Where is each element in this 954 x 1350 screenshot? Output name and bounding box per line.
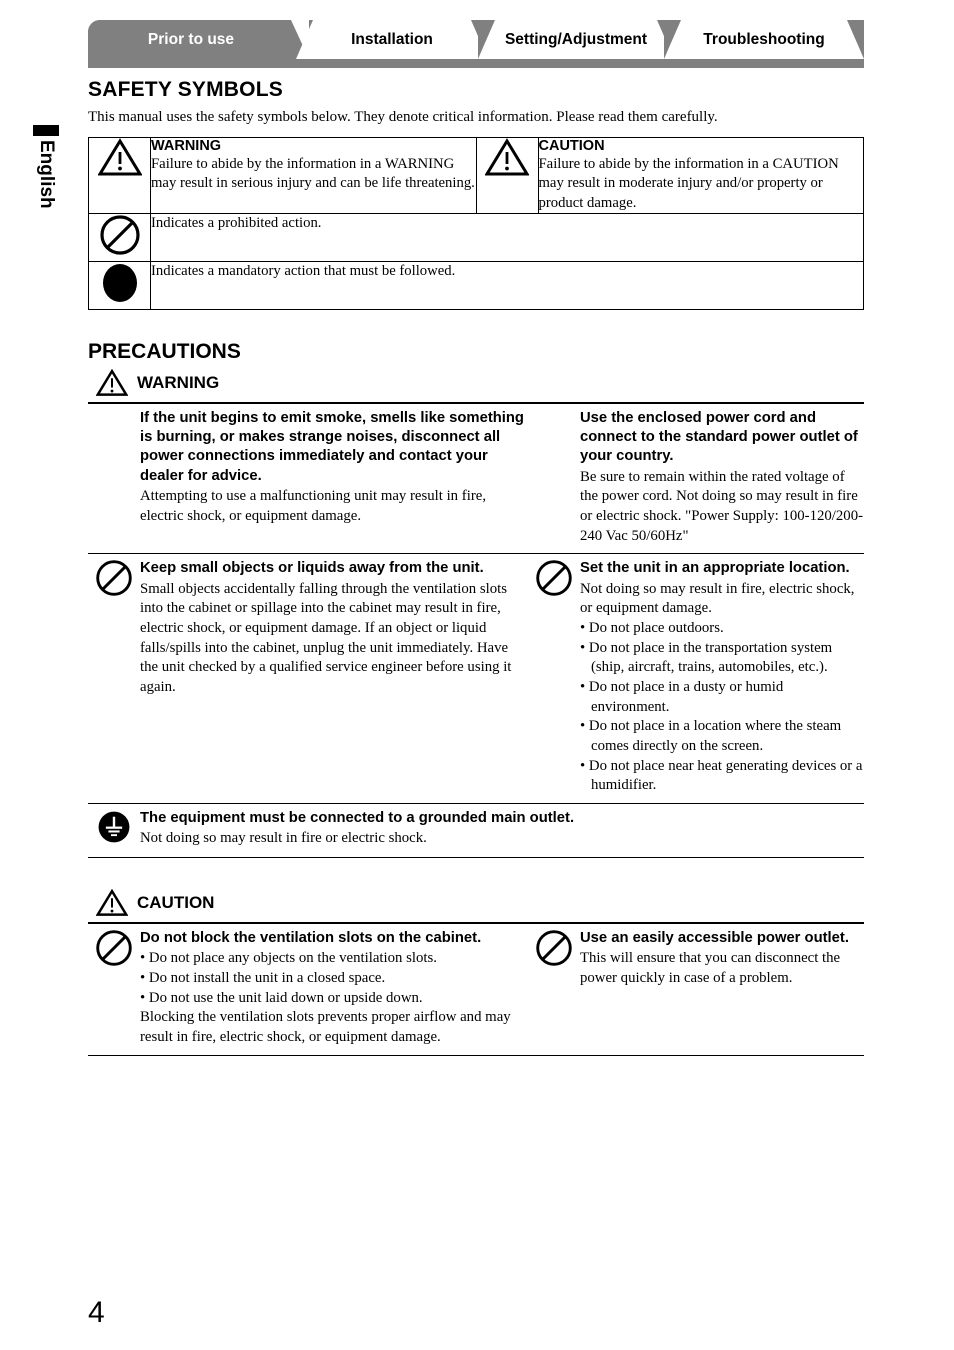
list-item: Do not place in a location where the ste…: [580, 717, 864, 756]
icon-cell-empty: [528, 403, 580, 554]
mandatory-description-cell: Indicates a mandatory action that must b…: [150, 260, 864, 310]
mandatory-icon-cell: [88, 260, 151, 310]
precaution-title: If the unit begins to emit smoke, smells…: [140, 409, 524, 484]
precautions-warning-table: If the unit begins to emit smoke, smells…: [88, 401, 864, 858]
tab-label: Setting/Adjustment: [504, 30, 648, 48]
precaution-title: Use the enclosed power cord and connect …: [580, 409, 858, 465]
safety-symbols-heading: SAFETY SYMBOLS: [88, 78, 283, 101]
precaution-title: Do not block the ventilation slots on th…: [140, 929, 482, 946]
tab-prior-to-use[interactable]: Prior to use: [88, 20, 309, 59]
precaution-title: Set the unit in an appropriate location.: [580, 560, 850, 577]
table-row: WARNING Failure to abide by the informat…: [88, 136, 864, 214]
table-row: The equipment must be connected to a gro…: [88, 802, 864, 858]
ground-icon: [96, 809, 132, 845]
caution-description-cell: CAUTION Failure to abide by the informat…: [537, 136, 864, 214]
list-item: Do not place outdoors.: [580, 619, 864, 639]
prohibition-icon: [95, 929, 133, 967]
tab-troubleshooting[interactable]: Troubleshooting: [664, 20, 864, 59]
safety-symbols-intro: This manual uses the safety symbols belo…: [88, 109, 718, 125]
precaution-title: The equipment must be connected to a gro…: [140, 809, 575, 826]
precaution-body: Attempting to use a malfunctioning unit …: [140, 487, 487, 524]
tab-label: Troubleshooting: [703, 30, 825, 48]
caution-triangle-icon-cell: [475, 136, 539, 214]
precautions-caution-table: Do not block the ventilation slots on th…: [88, 921, 864, 1056]
table-row: If the unit begins to emit smoke, smells…: [88, 403, 864, 554]
precautions-warning-header: WARNING: [96, 368, 864, 398]
warning-triangle-icon: [485, 137, 529, 176]
table-row: Keep small objects or liquids away from …: [88, 553, 864, 804]
prohibition-icon: [535, 929, 573, 967]
warning-triangle-icon: [96, 369, 128, 397]
section-tab-bar: Prior to use Installation Setting/Adjust…: [88, 20, 864, 68]
language-side-tab: English: [33, 125, 59, 209]
icon-cell-empty: [88, 403, 140, 554]
precaution-body: Blocking the ventilation slots prevents …: [140, 1009, 511, 1045]
precaution-cell: Set the unit in an appropriate location.…: [580, 553, 864, 804]
caution-level-label: CAUTION: [137, 892, 215, 912]
precaution-body: Small objects accidentally falling throu…: [140, 580, 512, 695]
mandatory-icon: [99, 262, 141, 304]
precaution-body: Be sure to remain within the rated volta…: [580, 468, 864, 544]
precautions-heading: PRECAUTIONS: [88, 339, 241, 363]
precautions-caution-header: CAUTION: [96, 888, 864, 918]
precaution-cell: Use the enclosed power cord and connect …: [580, 403, 864, 554]
warning-triangle-icon-cell: [88, 136, 151, 214]
prohibition-icon: [99, 214, 141, 256]
precaution-title: Keep small objects or liquids away from …: [140, 560, 484, 577]
prohibition-icon-cell: [88, 923, 140, 1055]
warning-triangle-icon: [96, 889, 128, 917]
prohibition-icon-cell: [528, 553, 580, 804]
tab-label: Prior to use: [147, 30, 235, 48]
warning-triangle-icon: [97, 137, 142, 176]
caution-body: Failure to abide by the information in a…: [538, 155, 839, 211]
precaution-body: Not doing so may result in fire, electri…: [580, 580, 855, 617]
precaution-cell: Use an easily accessible power outlet. T…: [580, 923, 864, 1055]
prohibition-description-cell: Indicates a prohibited action.: [150, 212, 864, 262]
safety-symbols-table: WARNING Failure to abide by the informat…: [88, 136, 864, 310]
precaution-cell: The equipment must be connected to a gro…: [140, 802, 864, 858]
table-row: Indicates a prohibited action.: [88, 212, 864, 262]
warning-body: Failure to abide by the information in a…: [151, 155, 475, 192]
page-content: SAFETY SYMBOLS This manual uses the safe…: [88, 78, 864, 1056]
list-item: Do not use the unit laid down or upside …: [140, 989, 528, 1009]
page-number: 4: [88, 1296, 105, 1329]
tab-label: Installation: [351, 30, 433, 48]
precaution-bullet-list: Do not place any objects on the ventilat…: [140, 949, 528, 1008]
precaution-cell: Do not block the ventilation slots on th…: [140, 923, 528, 1055]
precaution-cell: Keep small objects or liquids away from …: [140, 553, 528, 804]
side-tab-bar: [33, 125, 59, 136]
side-tab-label: English: [36, 140, 57, 209]
precaution-cell: If the unit begins to emit smoke, smells…: [140, 403, 528, 554]
warning-level-label: WARNING: [137, 372, 220, 392]
ground-icon-cell: [88, 802, 140, 858]
warning-title: WARNING: [151, 137, 222, 154]
prohibition-icon-cell: [528, 923, 580, 1055]
list-item: Do not place near heat generating device…: [580, 757, 864, 796]
list-item: Do not install the unit in a closed spac…: [140, 969, 528, 989]
prohibition-icon: [95, 559, 133, 597]
precaution-body: This will ensure that you can disconnect…: [580, 950, 841, 986]
prohibition-icon-cell: [88, 212, 151, 262]
prohibition-icon-cell: [88, 553, 140, 804]
list-item: Do not place in the transportation syste…: [580, 639, 864, 678]
precaution-title: Use an easily accessible power outlet.: [580, 929, 849, 946]
table-row: Indicates a mandatory action that must b…: [88, 260, 864, 310]
tab-setting-adjustment[interactable]: Setting/Adjustment: [478, 20, 674, 59]
list-item: Do not place any objects on the ventilat…: [140, 949, 528, 969]
caution-title: CAUTION: [538, 137, 605, 154]
prohibition-icon: [535, 559, 573, 597]
precaution-bullet-list: Do not place outdoors. Do not place in t…: [580, 619, 864, 796]
tab-installation[interactable]: Installation: [296, 20, 488, 59]
precaution-body: Not doing so may result in fire or elect…: [140, 830, 427, 847]
warning-description-cell: WARNING Failure to abide by the informat…: [150, 136, 477, 214]
list-item: Do not place in a dusty or humid environ…: [580, 678, 864, 717]
table-row: Do not block the ventilation slots on th…: [88, 923, 864, 1055]
